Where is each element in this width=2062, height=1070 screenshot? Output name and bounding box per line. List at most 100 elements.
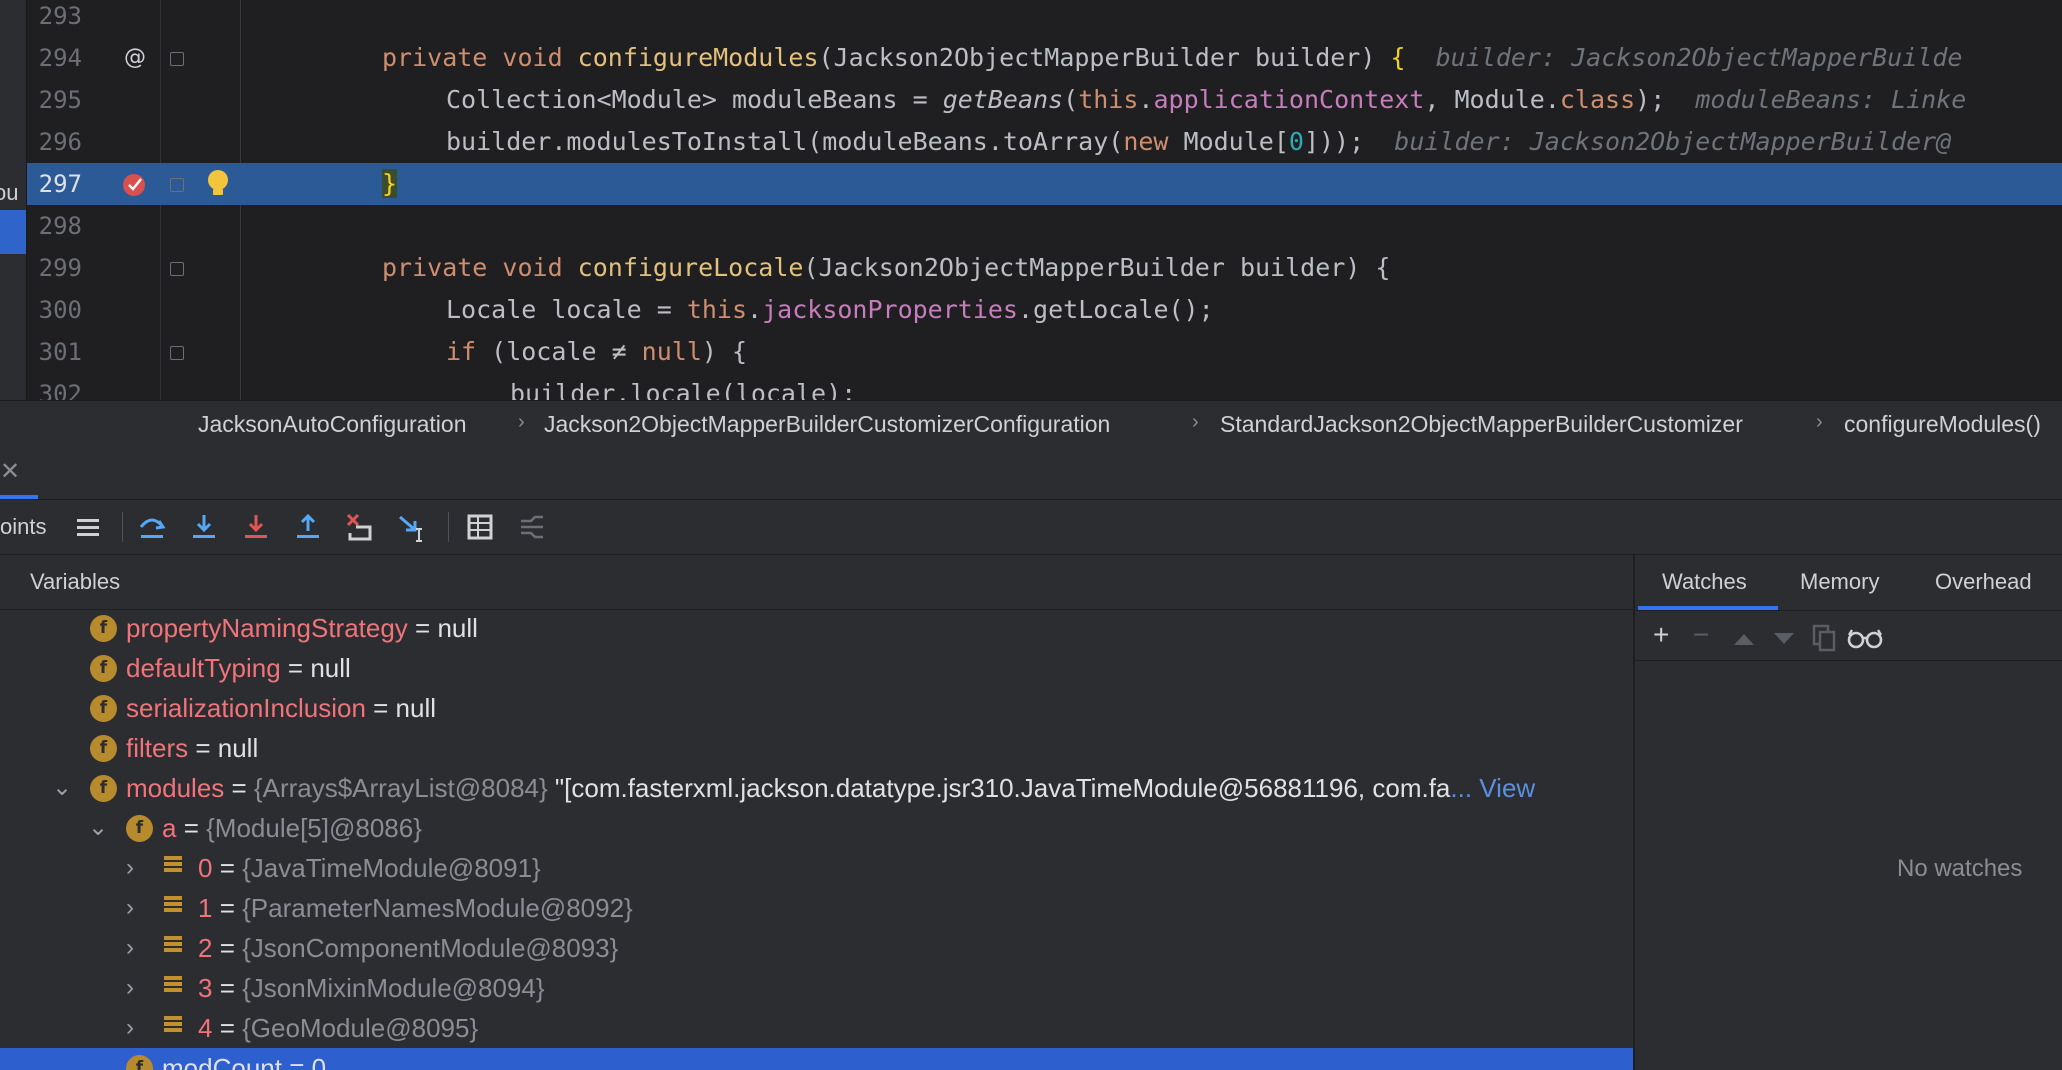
force-step-into-icon[interactable] [240,511,272,543]
code-line-300[interactable]: 300 Locale locale = this.jacksonProperti… [0,289,2062,331]
code-line-293[interactable]: 293 [0,0,2062,37]
line-number: 294 [38,44,82,72]
array-element-icon [164,1016,182,1038]
variables-panel[interactable]: Variables f propertyNamingStrategy = nul… [0,555,1635,1070]
code-line-295[interactable]: 295 Collection<Module> moduleBeans = get… [0,79,2062,121]
variable-row-selected[interactable]: f modCount = 0 [0,1048,1633,1070]
line-number: 302 [38,380,82,400]
move-down-icon[interactable] [1771,629,1797,649]
line-number: 297 [38,170,82,198]
current-execution-line[interactable]: 297 } [0,163,2062,205]
drop-frame-icon[interactable] [344,511,376,543]
evaluate-expression-icon[interactable] [464,511,496,543]
inline-debug-hint: builder: Jackson2ObjectMapperBuilder@ [1394,127,1952,156]
fold-icon[interactable] [170,346,184,360]
code-text: builder.locale(locale); [510,379,857,400]
chevron-down-icon[interactable]: ⌄ [88,808,108,848]
tab-overhead[interactable]: Overhead [1935,569,2032,595]
tab-memory[interactable]: Memory [1800,569,1879,595]
breadcrumb-item[interactable]: Jackson2ObjectMapperBuilderCustomizerCon… [544,411,1110,438]
array-element-icon [164,976,182,998]
fold-icon[interactable] [170,178,184,192]
run-to-cursor-icon[interactable] [396,511,428,543]
left-tool-tab-label[interactable]: ou [0,180,18,206]
active-tab-indicator [0,495,38,499]
chevron-right-icon[interactable]: › [126,848,134,888]
empty-watches-message: No watches [1897,855,2023,882]
move-up-icon[interactable] [1731,629,1757,649]
code-text: Collection<Module> moduleBeans = getBean… [446,85,1967,114]
array-element-row[interactable]: › 4 = {GeoModule@8095} [0,1008,1633,1048]
view-link[interactable]: ... View [1450,773,1535,803]
breadcrumb: JacksonAutoConfiguration › Jackson2Objec… [0,400,2062,448]
array-element-row[interactable]: › 1 = {ParameterNamesModule@8092} [0,888,1633,928]
line-number: 295 [38,86,82,114]
array-element-icon [164,896,182,918]
chevron-right-icon[interactable]: › [126,968,134,1008]
array-element-row[interactable]: › 2 = {JsonComponentModule@8093} [0,928,1633,968]
chevron-right-icon[interactable]: › [126,888,134,928]
array-element-icon [164,936,182,958]
chevron-right-icon: › [518,411,525,433]
frames-list-icon[interactable] [72,511,104,543]
tab-watches[interactable]: Watches [1662,569,1747,595]
fold-icon[interactable] [170,262,184,276]
array-element-row[interactable]: › 3 = {JsonMixinModule@8094} [0,968,1633,1008]
code-text: } [382,169,398,198]
variable-row[interactable]: f filters = null [0,728,1633,768]
breadcrumb-item[interactable]: configureModules() [1844,411,2041,438]
variable-row[interactable]: f defaultTyping = null [0,648,1633,688]
chevron-right-icon: › [1192,411,1199,433]
remove-watch-button[interactable]: − [1693,619,1709,651]
variable-row[interactable]: f propertyNamingStrategy = null [0,608,1633,648]
code-editor[interactable]: 293 294 @ private void configureModules(… [0,0,2062,400]
code-line-296[interactable]: 296 builder.modulesToInstall(moduleBeans… [0,121,2062,163]
chevron-right-icon[interactable]: › [126,1008,134,1048]
watches-panel[interactable]: Watches Memory Overhead + − No watches [1635,555,2062,1070]
copy-icon[interactable] [1811,623,1837,653]
step-out-icon[interactable] [292,511,324,543]
code-line-298[interactable]: 298 [0,205,2062,247]
lightbulb-icon[interactable] [206,167,232,201]
code-line-302[interactable]: 302 builder.locale(locale); [0,373,2062,400]
field-icon: f [90,775,117,802]
chevron-right-icon[interactable]: › [126,928,134,968]
override-marker-icon[interactable]: @ [124,37,146,79]
code-text: private void configureLocale(Jackson2Obj… [382,253,1391,282]
variable-row-modules[interactable]: ⌄ f modules = {Arrays$ArrayList@8084} "[… [0,768,1633,808]
code-text: Locale locale = this.jacksonProperties.g… [446,295,1214,324]
inline-debug-hint: builder: Jackson2ObjectMapperBuilde [1435,43,1963,72]
variables-title: Variables [30,569,121,594]
debug-tool-header: ✕ [0,447,2062,500]
variable-row-array[interactable]: ⌄ f a = {Module[5]@8086} [0,808,1633,848]
code-line-299[interactable]: 299 private void configureLocale(Jackson… [0,247,2062,289]
breadcrumb-item[interactable]: JacksonAutoConfiguration [198,411,467,438]
glasses-icon[interactable] [1847,625,1883,651]
field-icon: f [90,735,117,762]
code-line-301[interactable]: 301 if (locale ≠ null) { [0,331,2062,373]
step-into-icon[interactable] [188,511,220,543]
array-element-icon [164,856,182,878]
code-text: builder.modulesToInstall(moduleBeans.toA… [446,127,1952,156]
breakpoints-tab-label[interactable]: oints [0,514,46,540]
fold-icon[interactable] [170,52,184,66]
code-line-294[interactable]: 294 @ private void configureModules(Jack… [0,37,2062,79]
array-element-row[interactable]: › 0 = {JavaTimeModule@8091} [0,848,1633,888]
code-text: private void configureModules(Jackson2Ob… [382,43,1963,72]
field-icon: f [90,695,117,722]
chevron-down-icon[interactable]: ⌄ [52,768,72,808]
line-number: 298 [38,212,82,240]
left-tool-strip: ou [0,0,27,446]
line-number: 293 [38,2,82,30]
add-watch-button[interactable]: + [1653,619,1669,651]
step-over-icon[interactable] [136,511,168,543]
code-text: if (locale ≠ null) { [446,337,748,366]
trace-stream-icon[interactable] [516,511,548,543]
field-icon: f [90,655,117,682]
variable-row[interactable]: f serializationInclusion = null [0,688,1633,728]
left-tool-tab-selected[interactable] [0,210,26,254]
breadcrumb-item[interactable]: StandardJackson2ObjectMapperBuilderCusto… [1220,411,1743,438]
close-icon[interactable]: ✕ [0,457,20,486]
line-number: 301 [38,338,82,366]
breakpoint-icon[interactable] [122,172,148,198]
